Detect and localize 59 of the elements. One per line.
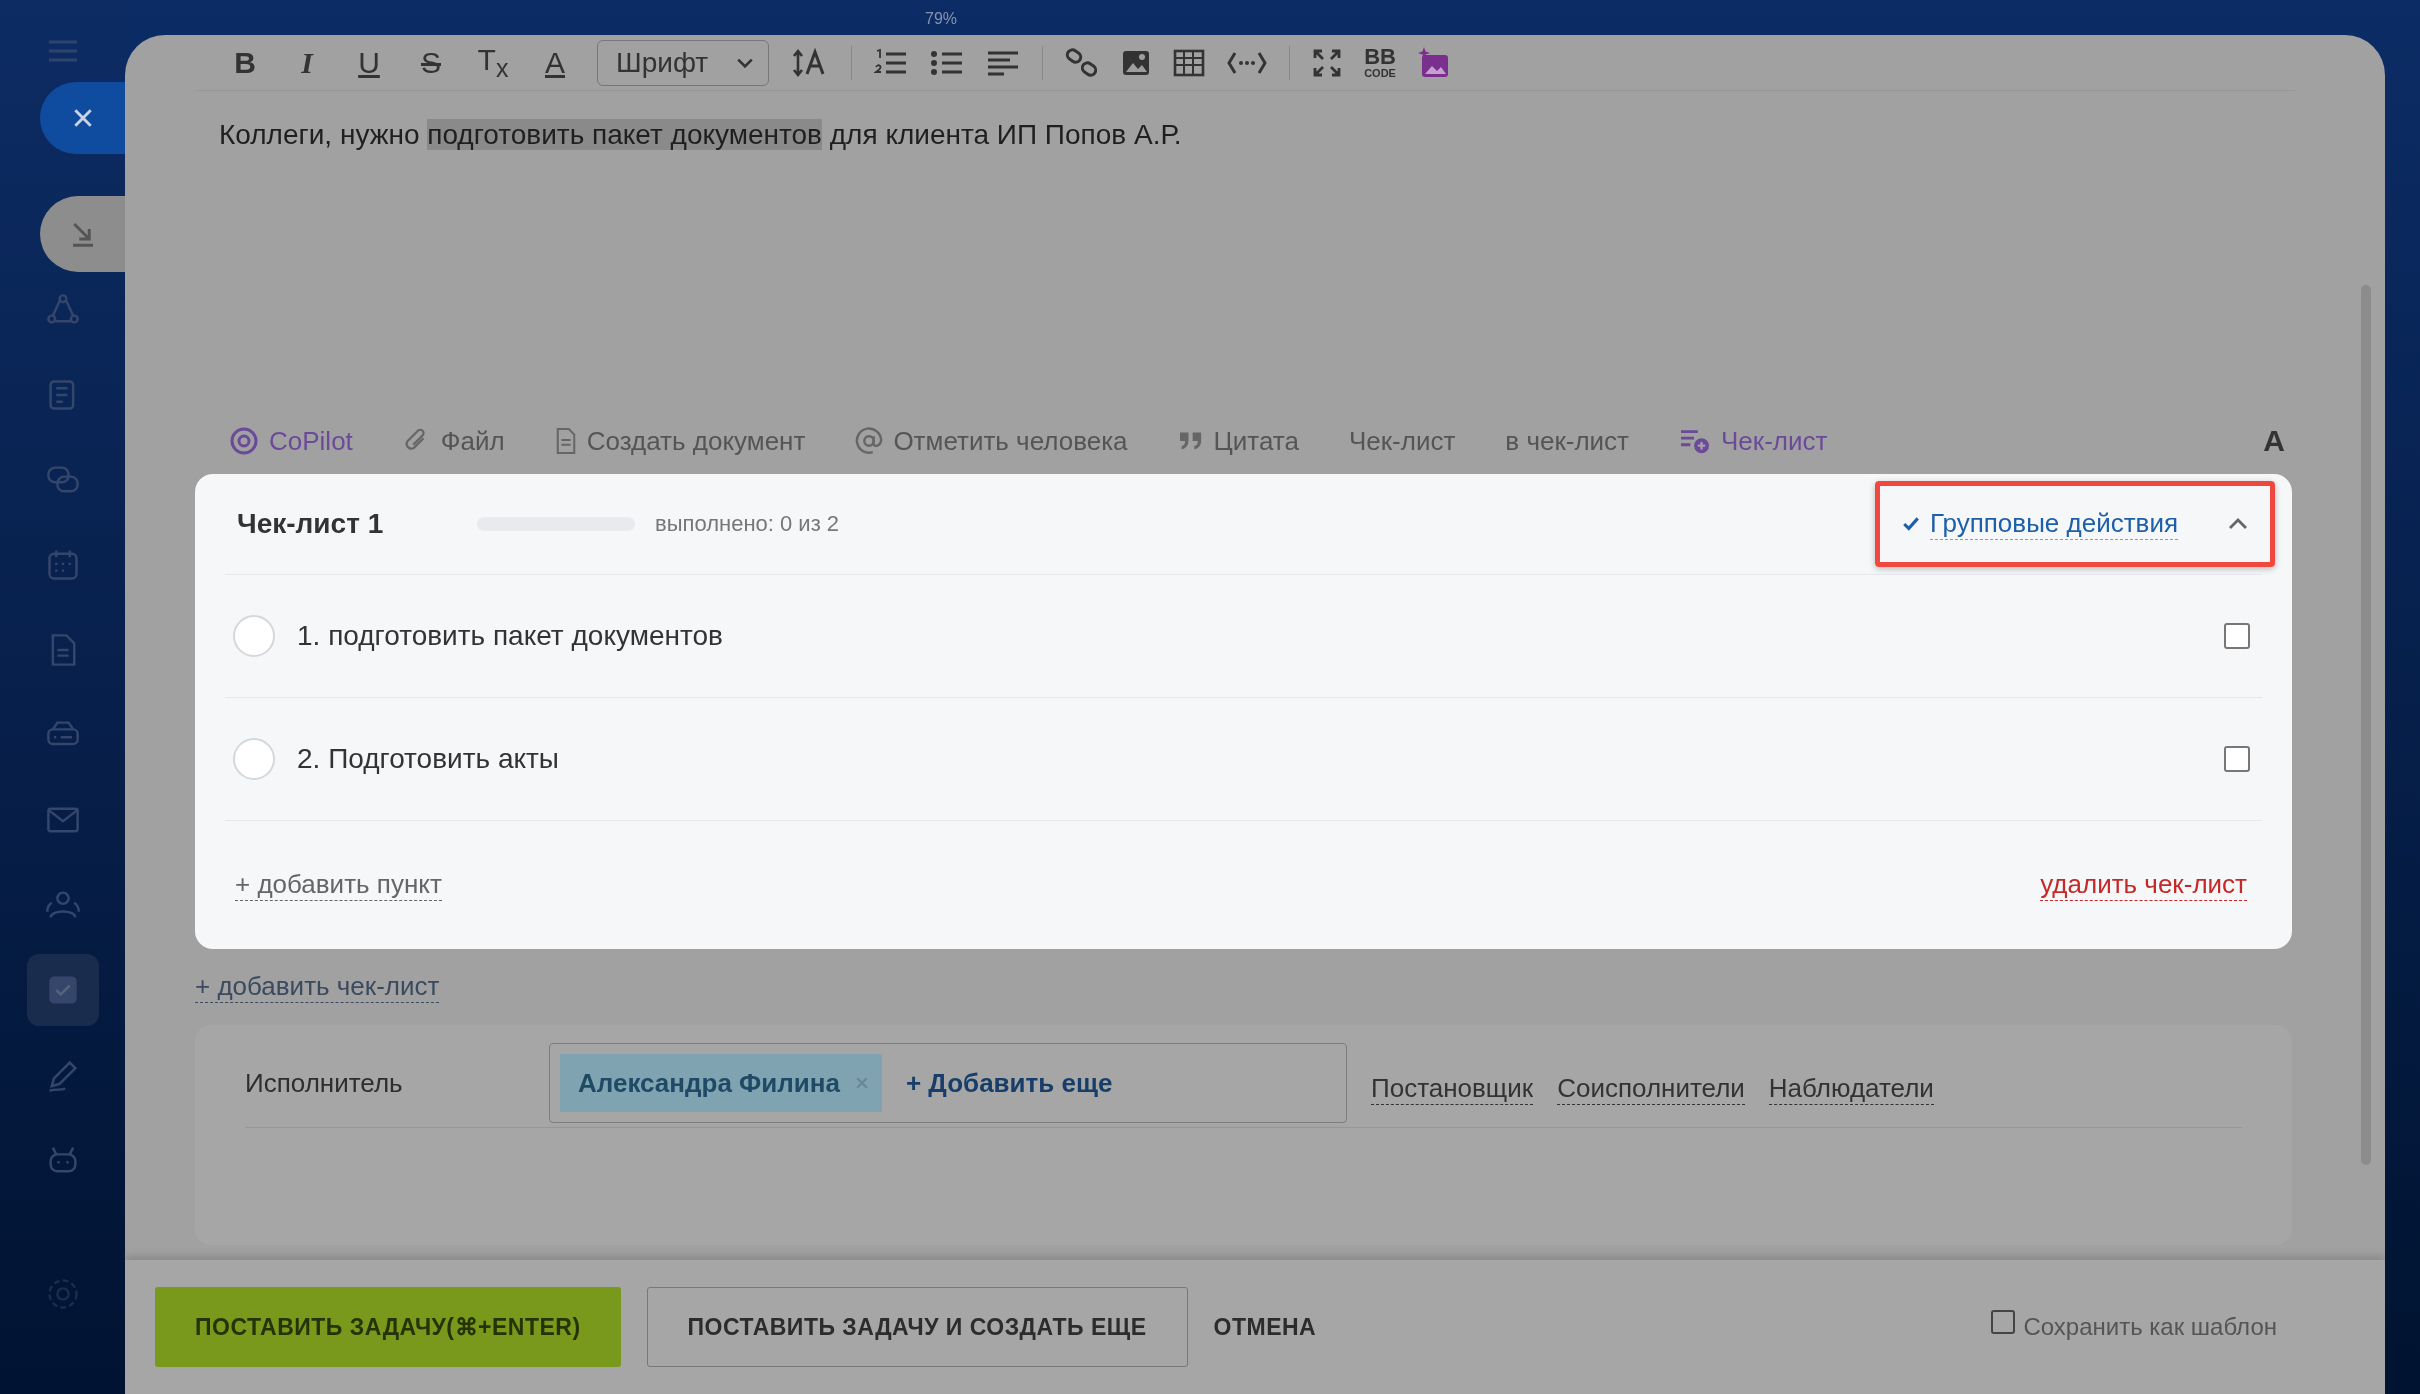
description-text[interactable]: Коллеги, нужно подготовить пакет документов для клиента ИП Попов А.Р. <box>219 119 1182 151</box>
fullscreen-icon[interactable] <box>1312 47 1343 78</box>
text-format-toggle[interactable]: A <box>2263 424 2285 458</box>
collapse-button[interactable] <box>40 196 125 272</box>
mention-button[interactable]: Отметить человека <box>855 425 1128 457</box>
copilot-icon[interactable] <box>229 426 259 456</box>
table-icon[interactable] <box>1173 47 1206 78</box>
checklist-item[interactable]: 1. подготовить пакет документов <box>297 620 723 652</box>
checklist-item[interactable]: 2. Подготовить акты <box>297 743 559 775</box>
chevron-down-icon[interactable] <box>736 56 755 69</box>
checklist-button[interactable]: Чек-лист <box>1679 425 1828 457</box>
bbcode-button[interactable]: BB CODE <box>1364 46 1396 79</box>
italic-button[interactable]: I <box>287 45 327 80</box>
progress-text: выполнено: 0 из 2 <box>655 511 840 537</box>
assignee-chip[interactable]: Александра Филина <box>560 1054 882 1113</box>
document-icon[interactable] <box>554 427 577 455</box>
select-checkbox[interactable] <box>2224 623 2250 649</box>
add-item-link[interactable]: + добавить пункт <box>235 868 442 902</box>
assignee-label: Исполнитель <box>245 1067 404 1099</box>
close-icon[interactable] <box>71 107 94 129</box>
role-link[interactable]: Соисполнители <box>1557 1073 1745 1106</box>
at-sign-icon[interactable] <box>855 427 884 455</box>
font-select[interactable]: Шрифт <box>597 39 770 86</box>
close-button[interactable] <box>40 82 125 154</box>
delete-checklist-link[interactable]: удалить чек-лист <box>2040 868 2247 902</box>
strikethrough-button[interactable]: S <box>411 45 451 80</box>
bold-button[interactable]: B <box>225 45 265 80</box>
remove-icon[interactable] <box>855 1077 868 1090</box>
checklist-link[interactable]: Чек-лист <box>1348 425 1456 457</box>
select-checkbox[interactable] <box>2224 746 2250 772</box>
complete-toggle[interactable] <box>233 738 275 780</box>
create-task-button[interactable]: ПОСТАВИТЬ ЗАДАЧУ(⌘+ENTER) <box>155 1287 621 1367</box>
save-template-checkbox[interactable] <box>1991 1310 2016 1334</box>
file-button[interactable]: Файл <box>402 425 505 457</box>
save-template-label[interactable]: Сохранить как шаблон <box>2023 1313 2277 1341</box>
checklist-title[interactable]: Чек-лист 1 <box>237 508 477 540</box>
copilot-button[interactable]: CoPilot <box>229 425 353 457</box>
checklist-add-icon[interactable] <box>1679 427 1712 455</box>
role-link[interactable]: Наблюдатели <box>1768 1073 1934 1106</box>
clear-format-button[interactable]: T$_{x}$ <box>473 42 513 83</box>
zoom-label: 79% <box>925 10 958 28</box>
check-icon <box>1901 516 1920 532</box>
text-color-button[interactable]: A <box>535 45 575 80</box>
checklist-link[interactable]: в чек-лист <box>1505 425 1630 457</box>
group-actions-link[interactable]: Групповые действия <box>1929 508 2178 540</box>
add-more-link[interactable]: + Добавить еще <box>905 1067 1113 1099</box>
add-checklist-link[interactable]: + добавить чек-лист <box>195 971 440 1004</box>
assignee-field[interactable]: Александра Филина + Добавить еще <box>549 1043 1347 1124</box>
cancel-button[interactable]: ОТМЕНА <box>1213 1287 1317 1367</box>
menu-icon[interactable] <box>47 40 78 62</box>
role-link[interactable]: Постановщик <box>1371 1073 1534 1106</box>
quote-button[interactable]: Цитата <box>1177 425 1299 457</box>
create-and-new-button[interactable]: ПОСТАВИТЬ ЗАДАЧУ И СОЗДАТЬ ЕЩЕ <box>646 1287 1188 1367</box>
create-document-button[interactable]: Создать документ <box>554 425 806 457</box>
underline-button[interactable]: U <box>349 45 389 80</box>
complete-toggle[interactable] <box>233 615 275 657</box>
link-icon[interactable] <box>1065 47 1100 78</box>
quote-icon[interactable] <box>1177 430 1204 452</box>
chevron-icon[interactable] <box>2228 518 2248 530</box>
